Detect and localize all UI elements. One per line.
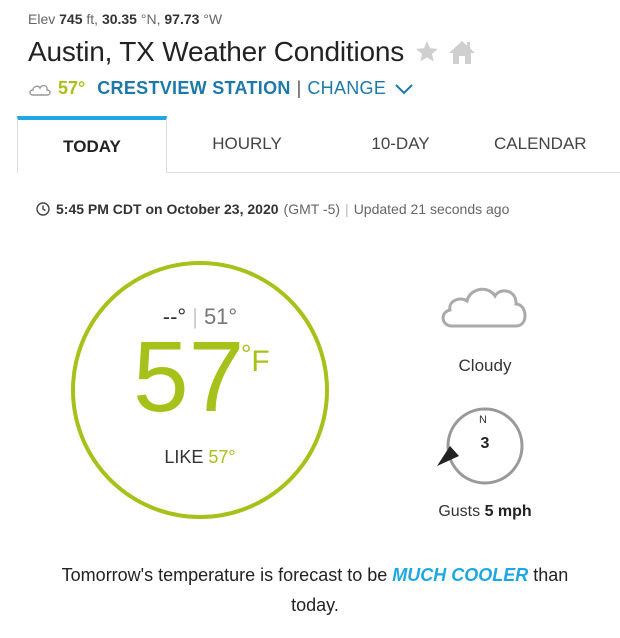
page-header: Austin, TX Weather Conditions [28, 36, 476, 68]
forecast-summary: Tomorrow's temperature is forecast to be… [40, 560, 590, 620]
elev-label: Elev [28, 11, 56, 27]
separator: | [345, 201, 349, 217]
clock-icon [36, 202, 50, 216]
cloud-icon [29, 84, 51, 96]
tab-today[interactable]: TODAY [17, 116, 167, 173]
tab-hourly[interactable]: HOURLY [167, 116, 327, 172]
longitude-unit: °W [203, 11, 223, 27]
wind-gusts: Gusts 5 mph [420, 503, 550, 521]
feels-like-label: LIKE [164, 447, 204, 467]
separator: | [296, 78, 302, 98]
wind-speed: 3 [480, 435, 490, 452]
observation-time: 5:45 PM CDT on October 23, 2020 [56, 201, 279, 217]
temperature-gauge: --° | 51° 57 °F LIKE 57° [71, 261, 329, 519]
unit-letter: F [251, 345, 270, 378]
updated-text: Updated 21 seconds ago [353, 201, 510, 217]
elevation-value: 745 [59, 11, 83, 27]
condition-label: Cloudy [458, 356, 512, 375]
home-icon[interactable] [448, 39, 476, 65]
observation-timestamp: 5:45 PM CDT on October 23, 2020 (GMT -5)… [36, 201, 509, 217]
feels-like: LIKE 57° [75, 447, 325, 468]
location-coordinates: Elev 745 ft, 30.35 °N, 97.73 °W [28, 11, 222, 27]
station-name-link[interactable]: CRESTVIEW STATION [97, 78, 290, 99]
latitude-value: 30.35 [101, 11, 137, 27]
forecast-highlight: MUCH COOLER [392, 565, 529, 585]
station-temperature: 57° [58, 78, 86, 98]
tab-calendar[interactable]: CALENDAR [474, 116, 620, 172]
gusts-label: Gusts [438, 503, 481, 520]
wind-direction-label: N [479, 414, 487, 426]
gmt-offset: (GMT -5) [283, 201, 341, 217]
change-station-button[interactable]: CHANGE [307, 78, 414, 99]
current-temperature: 57 [133, 321, 245, 433]
star-icon[interactable] [414, 39, 440, 65]
longitude-value: 97.73 [164, 11, 200, 27]
cloud-icon [441, 287, 527, 328]
feels-like-value: 57° [208, 447, 236, 467]
forecast-tabs: TODAY HOURLY 10-DAY CALENDAR [17, 116, 620, 173]
latitude-unit: °N, [140, 11, 161, 27]
tab-10-day[interactable]: 10-DAY [327, 116, 474, 172]
forecast-prefix: Tomorrow's temperature is forecast to be [61, 565, 388, 585]
degree-symbol: ° [241, 339, 252, 369]
gusts-value: 5 mph [484, 503, 532, 520]
temperature-unit: °F [241, 339, 270, 379]
chevron-down-icon [395, 83, 413, 94]
elevation-unit: ft, [86, 11, 99, 27]
station-selector: 57° CRESTVIEW STATION | CHANGE [28, 78, 414, 99]
change-label: CHANGE [307, 78, 387, 98]
page-title: Austin, TX Weather Conditions [28, 36, 405, 67]
